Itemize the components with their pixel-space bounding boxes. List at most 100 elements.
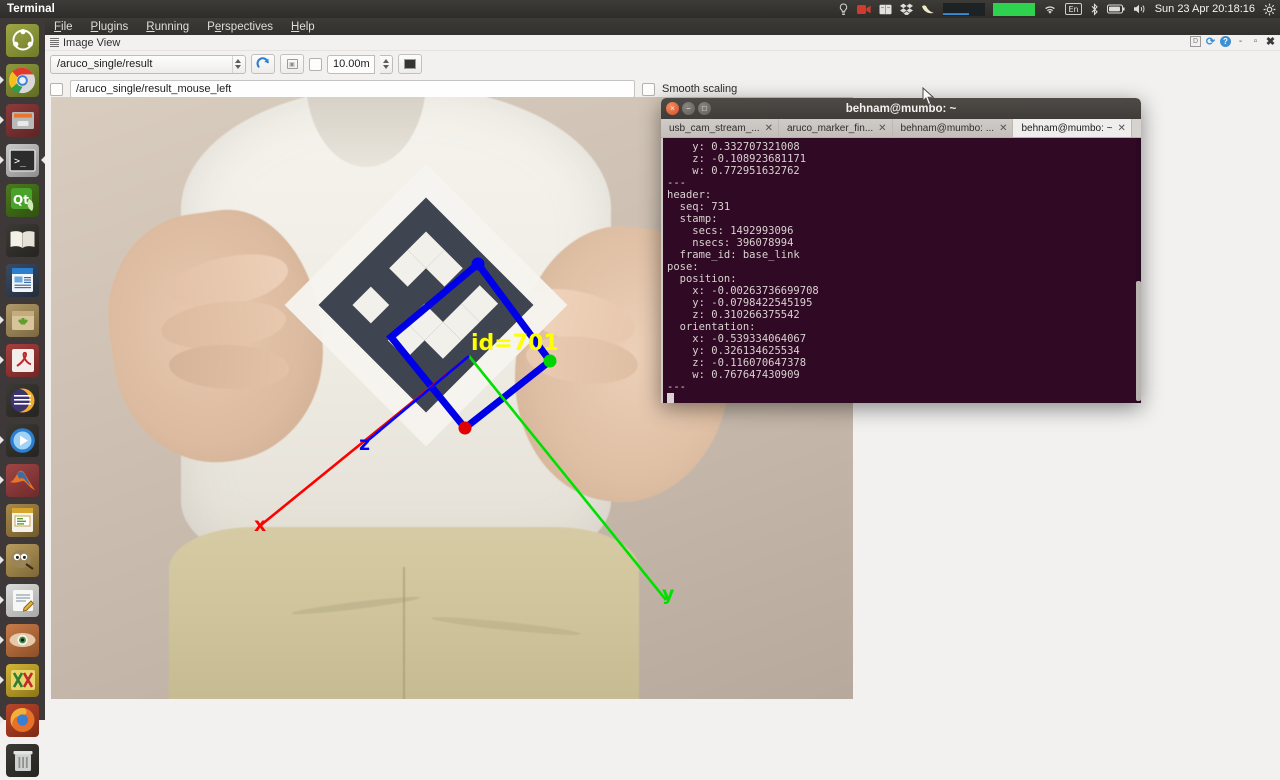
terminal-line: z: -0.108923681171 xyxy=(667,153,807,165)
running-indicator xyxy=(0,596,4,604)
terminal-tab-bar: usb_cam_stream_... ✕ aruco_marker_fin...… xyxy=(661,119,1141,138)
libreoffice-impress-icon xyxy=(6,503,39,537)
firefox-icon xyxy=(6,703,39,737)
terminal-window[interactable]: × − □ behnam@mumbo: ~ usb_cam_stream_...… xyxy=(661,98,1141,403)
network-graph-icon[interactable] xyxy=(942,2,985,16)
menu-file[interactable]: File xyxy=(54,21,73,33)
media-player-icon xyxy=(6,423,39,457)
minimize-button[interactable]: - xyxy=(1235,36,1246,47)
battery-icon[interactable] xyxy=(1106,4,1125,14)
close-icon[interactable]: ✕ xyxy=(1118,123,1126,134)
launcher-item-matlab[interactable] xyxy=(0,460,45,500)
terminal-tab-usb-cam-stream[interactable]: usb_cam_stream_... ✕ xyxy=(661,119,779,137)
terminal-titlebar[interactable]: × − □ behnam@mumbo: ~ xyxy=(661,98,1141,119)
svg-text:>_: >_ xyxy=(14,156,27,167)
color-scheme-button[interactable] xyxy=(398,54,422,74)
wifi-icon[interactable] xyxy=(1043,4,1057,15)
close-icon[interactable]: ✕ xyxy=(999,123,1007,134)
launcher-item-ubuntu-dash[interactable] xyxy=(0,20,45,60)
dropbox-icon[interactable] xyxy=(899,3,913,16)
topic-combobox[interactable]: /aruco_single/result xyxy=(50,54,246,74)
dock-button[interactable]: D xyxy=(1190,36,1201,47)
max-range-input[interactable]: 10.00m xyxy=(327,54,375,74)
launcher-item-trash[interactable] xyxy=(0,740,45,780)
save-image-button[interactable]: ▣ xyxy=(280,54,304,74)
terminal-line: z: 0.310266375542 xyxy=(667,309,800,321)
terminal-tab-behnam-mumbo-3[interactable]: behnam@mumbo: ... ✕ xyxy=(892,119,1014,137)
launcher-item-media-player[interactable] xyxy=(0,420,45,460)
system-settings-icon[interactable] xyxy=(1263,3,1276,16)
scrollbar-thumb[interactable] xyxy=(1136,281,1141,401)
launcher-item-chrome[interactable] xyxy=(0,60,45,100)
reload-button[interactable]: ⟳ xyxy=(1205,36,1216,48)
terminal-tab-aruco-marker-finder[interactable]: aruco_marker_fin... ✕ xyxy=(779,119,893,137)
text-cursor xyxy=(667,393,674,403)
terminal-line: pose: xyxy=(667,261,705,273)
launcher-item-terminal[interactable]: >_ xyxy=(0,140,45,180)
launcher-item-eclipse[interactable] xyxy=(0,380,45,420)
snapshot-icon: ▣ xyxy=(286,59,298,69)
software-updater-icon xyxy=(6,303,39,337)
corner-dot-red xyxy=(458,421,472,435)
cpu-graph-icon[interactable] xyxy=(992,2,1035,16)
menu-running[interactable]: Running xyxy=(146,21,189,33)
terminal-output[interactable]: y: 0.332707321008 z: -0.108923681171 w: … xyxy=(661,138,1141,403)
terminal-maximize-button[interactable]: □ xyxy=(698,102,711,115)
mouse-topic-input[interactable]: /aruco_single/result_mouse_left xyxy=(70,80,635,98)
launcher-item-software-updater[interactable] xyxy=(0,300,45,340)
launcher-item-texmaker[interactable] xyxy=(0,660,45,700)
svg-text:Qt: Qt xyxy=(13,193,29,207)
terminal-line: seq: 731 xyxy=(667,201,731,213)
focused-app-name: Terminal xyxy=(7,3,55,15)
menu-help[interactable]: Help xyxy=(291,21,315,33)
clock[interactable]: Sun 23 Apr 20:18:16 xyxy=(1155,3,1255,15)
screen-record-icon[interactable] xyxy=(856,4,871,15)
terminal-scrollbar[interactable] xyxy=(1136,138,1141,403)
image-view-panel-header: Image View D ⟳ ? - ▫ ✖ xyxy=(45,35,1280,51)
ubuntu-dash-icon xyxy=(6,23,39,57)
launcher-item-dictionary[interactable] xyxy=(0,220,45,260)
launcher-item-image-viewer[interactable] xyxy=(0,620,45,660)
launcher-item-firefox[interactable] xyxy=(0,700,45,740)
launcher-item-text-editor[interactable] xyxy=(0,580,45,620)
launcher-item-pdf-reader[interactable] xyxy=(0,340,45,380)
publish-mouse-click-checkbox[interactable] xyxy=(50,82,63,96)
unity-launcher: >_ Qt xyxy=(0,18,45,777)
volume-icon[interactable] xyxy=(1133,3,1147,15)
refresh-topics-button[interactable] xyxy=(251,54,275,74)
banana-icon[interactable] xyxy=(921,4,935,15)
lightbulb-icon[interactable] xyxy=(838,2,849,16)
close-button[interactable]: ✖ xyxy=(1265,36,1276,48)
launcher-item-files[interactable] xyxy=(0,100,45,140)
terminal-line: --- xyxy=(667,381,686,393)
terminal-tab-behnam-mumbo-4[interactable]: behnam@mumbo: ~ ✕ xyxy=(1013,119,1132,137)
keyboard-layout-icon[interactable]: En xyxy=(1064,3,1082,15)
terminal-line: w: 0.767647430909 xyxy=(667,369,800,381)
terminal-close-button[interactable]: × xyxy=(666,102,679,115)
close-icon[interactable]: ✕ xyxy=(765,123,773,134)
terminal-minimize-button[interactable]: − xyxy=(682,102,695,115)
menu-perspectives[interactable]: Perspectives xyxy=(207,21,273,33)
menu-plugins[interactable]: Plugins xyxy=(91,21,129,33)
eclipse-icon xyxy=(6,383,39,417)
panel-drag-handle[interactable] xyxy=(50,38,59,47)
maximize-button[interactable]: ▫ xyxy=(1250,36,1261,47)
terminal-line: frame_id: base_link xyxy=(667,249,800,261)
running-indicator xyxy=(0,156,4,164)
color-square-icon xyxy=(404,59,416,69)
bluetooth-icon[interactable] xyxy=(1090,2,1099,16)
dictionary-icon[interactable] xyxy=(879,4,892,15)
dictionary-icon xyxy=(6,223,39,257)
qt-creator-icon: Qt xyxy=(6,183,39,217)
help-button[interactable]: ? xyxy=(1220,36,1231,47)
launcher-item-libreoffice-impress[interactable] xyxy=(0,500,45,540)
tab-label: aruco_marker_fin... xyxy=(787,122,874,134)
max-range-stepper[interactable] xyxy=(380,54,393,74)
launcher-item-libreoffice-writer[interactable] xyxy=(0,260,45,300)
close-icon[interactable]: ✕ xyxy=(878,123,886,134)
smooth-scaling-checkbox[interactable] xyxy=(642,82,655,96)
terminal-title: behnam@mumbo: ~ xyxy=(845,102,957,115)
launcher-item-gimp[interactable] xyxy=(0,540,45,580)
dynamic-range-checkbox[interactable] xyxy=(309,57,322,71)
launcher-item-qt-creator[interactable]: Qt xyxy=(0,180,45,220)
